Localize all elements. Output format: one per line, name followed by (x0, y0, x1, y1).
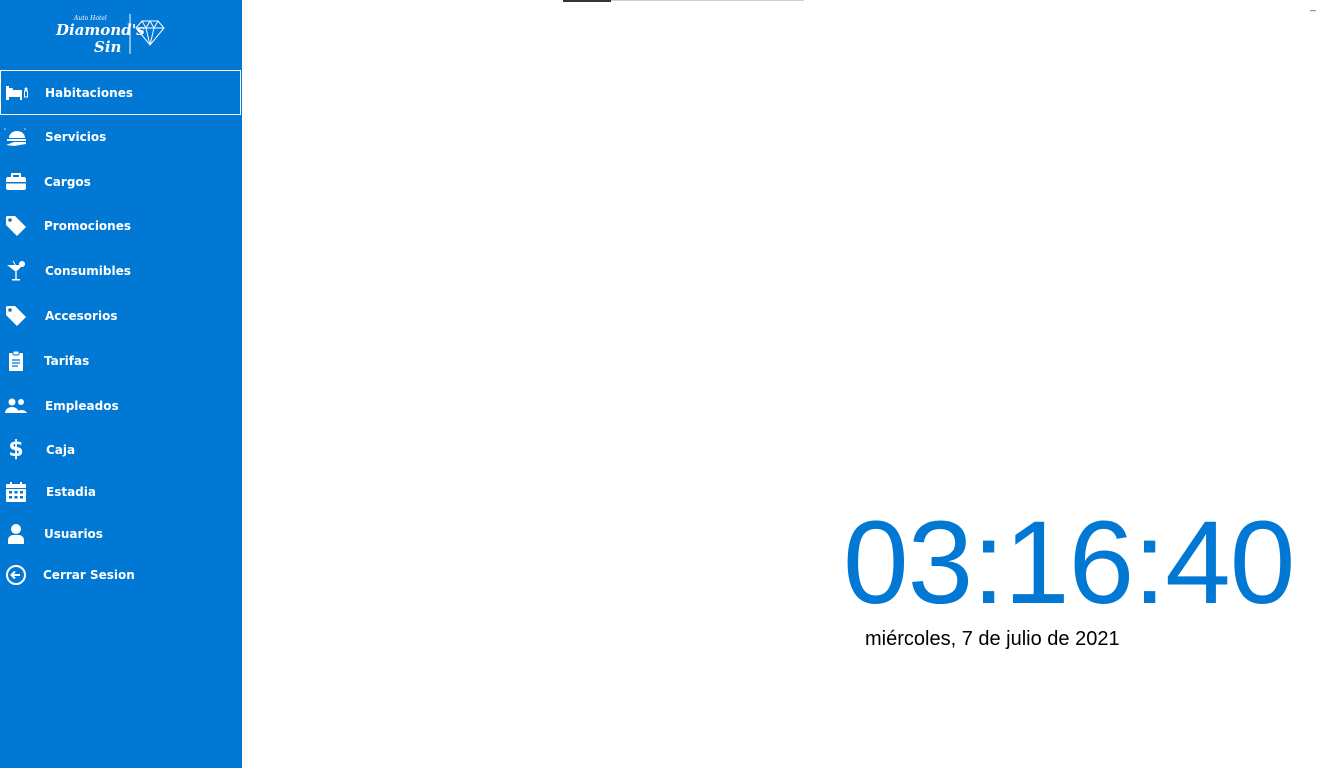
sidebar-item-caja[interactable]: $ Caja (0, 427, 242, 472)
diamond-logo-icon: Auto Hotel Diamond's Sin (55, 14, 165, 56)
sidebar-item-label: Cerrar Sesion (43, 567, 135, 582)
sidebar-item-label: Promociones (44, 218, 131, 233)
svg-text:Sin: Sin (94, 38, 121, 56)
briefcase-icon (4, 170, 28, 194)
sidebar-item-tarifas[interactable]: Tarifas (0, 338, 242, 383)
sidebar-item-label: Consumibles (45, 263, 131, 278)
clipboard-icon (4, 349, 28, 373)
tag-icon (4, 304, 28, 328)
sidebar: Auto Hotel Diamond's Sin Habitaciones " … (0, 0, 242, 768)
sidebar-item-promociones[interactable]: Promociones (0, 203, 242, 248)
sidebar-item-estadia[interactable]: Estadia (0, 469, 242, 514)
bed-icon (5, 81, 29, 105)
sidebar-item-label: Servicios (45, 129, 107, 144)
sidebar-item-accesorios[interactable]: Accesorios (0, 293, 242, 338)
calendar-icon (4, 480, 28, 504)
sidebar-item-label: Accesorios (45, 308, 118, 323)
sidebar-item-consumibles[interactable]: Consumibles (0, 248, 242, 293)
clock-time: 03:16:40 (843, 497, 1295, 629)
sidebar-item-label: Caja (46, 442, 76, 457)
sidebar-item-label: Tarifas (44, 353, 90, 368)
sidebar-item-usuarios[interactable]: Usuarios (0, 511, 242, 556)
sidebar-item-empleados[interactable]: Empleados (0, 383, 242, 428)
sidebar-item-cerrar-sesion[interactable]: Cerrar Sesion (0, 552, 242, 597)
tag-icon (4, 214, 28, 238)
sidebar-item-cargos[interactable]: Cargos (0, 159, 242, 204)
logout-icon (4, 563, 28, 587)
sidebar-item-label: Estadia (46, 484, 96, 499)
cocktail-icon (4, 259, 28, 283)
svg-text:": " (24, 129, 26, 135)
dollar-icon: $ (8, 437, 24, 462)
sidebar-item-label: Cargos (44, 174, 91, 189)
brand-logo: Auto Hotel Diamond's Sin (0, 0, 242, 70)
sidebar-item-label: Usuarios (44, 526, 103, 541)
sidebar-item-habitaciones[interactable]: Habitaciones (0, 70, 241, 115)
top-indicator (563, 0, 611, 2)
svg-text:": " (4, 129, 6, 135)
clock-date: miércoles, 7 de julio de 2021 (865, 628, 1120, 650)
user-icon (4, 522, 28, 546)
svg-text:Diamond's: Diamond's (55, 21, 145, 39)
room-service-icon: " " (4, 125, 28, 149)
minimize-button[interactable]: _ (1307, 2, 1318, 14)
sidebar-item-label: Empleados (45, 398, 119, 413)
users-icon (4, 394, 28, 418)
sidebar-item-servicios[interactable]: " " Servicios (0, 114, 242, 159)
sidebar-item-label: Habitaciones (45, 85, 133, 100)
